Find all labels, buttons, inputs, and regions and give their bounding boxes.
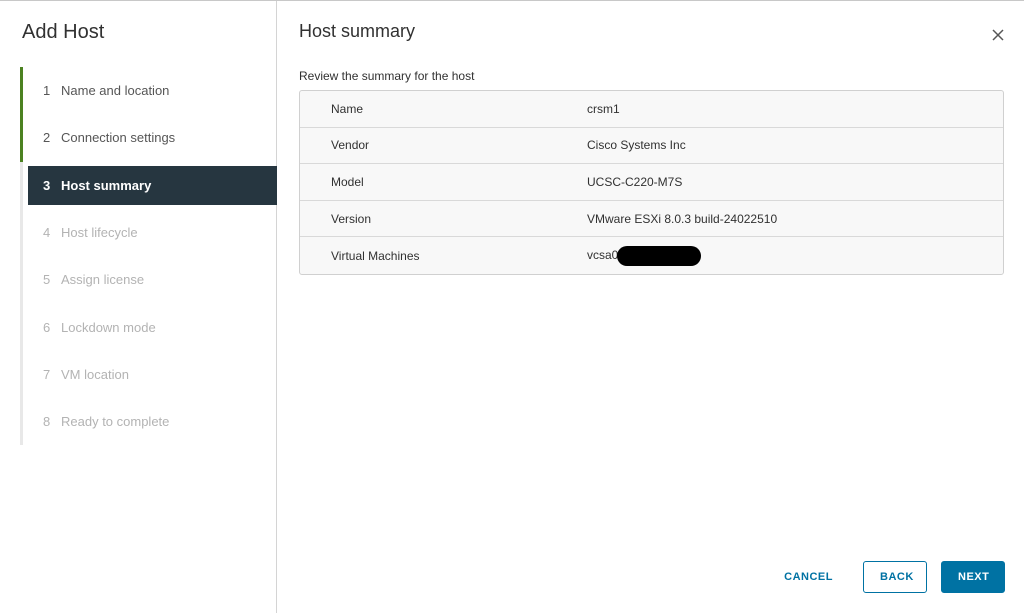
step-label: Host lifecycle — [61, 225, 138, 241]
summary-value: UCSC-C220-M7S — [587, 174, 683, 189]
back-button[interactable]: BACK — [863, 561, 927, 593]
step-label: Name and location — [61, 83, 170, 99]
summary-value: Cisco Systems Inc — [587, 138, 686, 153]
step-number: 4 — [43, 225, 51, 241]
add-host-dialog: Add Host 1 Name and location 2 Connectio… — [0, 0, 1024, 613]
summary-value: VMware ESXi 8.0.3 build-24022510 — [587, 211, 778, 226]
step-host-summary[interactable]: 3 Host summary — [20, 161, 277, 209]
step-number: 3 — [43, 177, 51, 193]
step-assign-license: 5 Assign license — [20, 256, 277, 304]
step-number: 7 — [43, 366, 51, 382]
step-label: VM location — [61, 366, 129, 382]
summary-row-vendor: Vendor Cisco Systems Inc — [300, 128, 1003, 165]
summary-row-version: Version VMware ESXi 8.0.3 build-24022510 — [300, 201, 1003, 238]
wizard-footer: CANCEL BACK NEXT — [768, 561, 1005, 593]
step-number: 6 — [43, 319, 51, 335]
summary-key: Model — [331, 174, 364, 189]
summary-key: Vendor — [331, 138, 370, 153]
close-icon-graphic — [992, 29, 1004, 41]
summary-value-wrapper: vcsa0 — [587, 245, 702, 266]
host-summary-table: Name crsm1 Vendor Cisco Systems Inc Mode… — [299, 90, 1004, 275]
wizard-content: Host summary Review the summary for the … — [277, 1, 1024, 613]
redaction-mark — [617, 245, 702, 266]
summary-key: Name — [331, 101, 364, 116]
page-description: Review the summary for the host — [299, 69, 475, 83]
step-label: Lockdown mode — [61, 319, 156, 335]
step-ready-to-complete: 8 Ready to complete — [20, 398, 277, 446]
summary-value: vcsa0 — [587, 247, 619, 262]
summary-row-model: Model UCSC-C220-M7S — [300, 164, 1003, 201]
step-label: Connection settings — [61, 130, 176, 146]
step-name-and-location[interactable]: 1 Name and location — [20, 67, 277, 115]
step-connection-settings[interactable]: 2 Connection settings — [20, 114, 277, 162]
step-host-lifecycle: 4 Host lifecycle — [20, 208, 277, 257]
cancel-button[interactable]: CANCEL — [768, 561, 849, 593]
step-label: Host summary — [61, 177, 152, 193]
summary-value: crsm1 — [587, 101, 620, 116]
next-button[interactable]: NEXT — [941, 561, 1005, 593]
step-vm-location: 7 VM location — [20, 350, 277, 399]
step-number: 1 — [43, 83, 51, 99]
step-label: Assign license — [61, 272, 145, 288]
step-number: 5 — [43, 272, 51, 288]
step-number: 2 — [43, 130, 51, 146]
page-title: Host summary — [299, 21, 416, 41]
step-lockdown-mode: 6 Lockdown mode — [20, 303, 277, 351]
close-icon[interactable] — [990, 27, 1006, 43]
dialog-title: Add Host — [22, 21, 105, 43]
summary-key: Version — [331, 211, 372, 226]
summary-row-virtual-machines: Virtual Machines vcsa0 — [300, 237, 1003, 274]
summary-row-name: Name crsm1 — [300, 91, 1003, 128]
step-number: 8 — [43, 414, 51, 430]
summary-key: Virtual Machines — [331, 248, 420, 263]
wizard-sidebar: Add Host 1 Name and location 2 Connectio… — [0, 1, 277, 613]
step-label: Ready to complete — [61, 414, 170, 430]
wizard-steps: 1 Name and location 2 Connection setting… — [20, 67, 277, 446]
